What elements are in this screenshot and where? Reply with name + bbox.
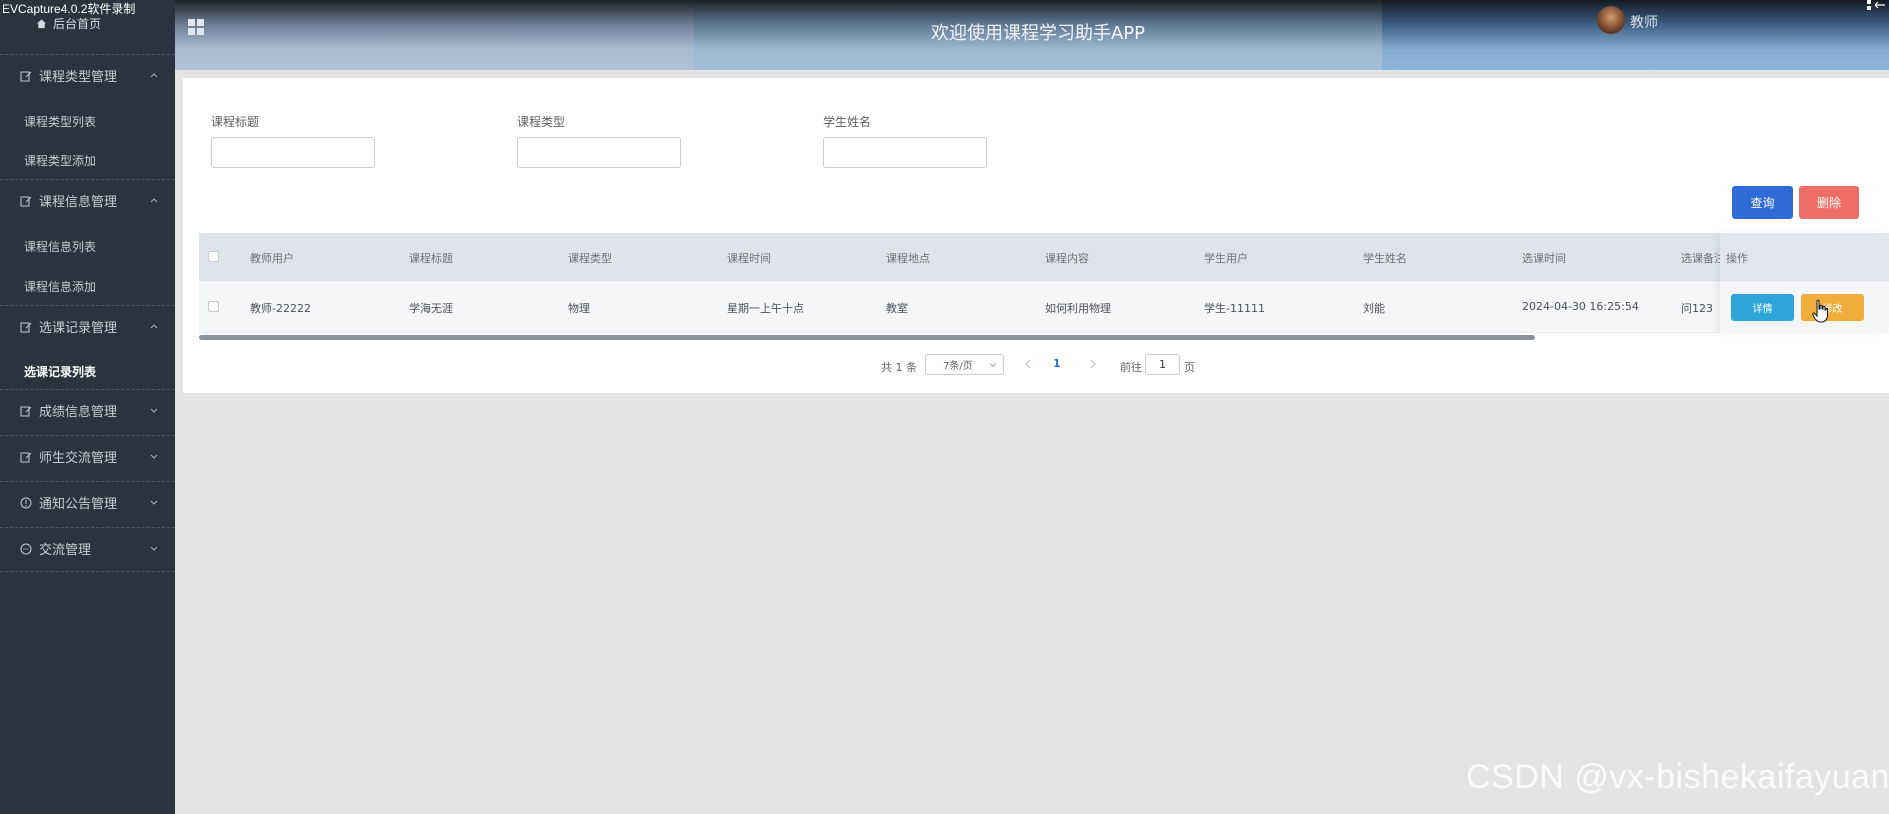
chevron-down-icon	[989, 363, 997, 368]
chevron-up-icon	[150, 324, 158, 329]
page-number-current[interactable]: 1	[1053, 357, 1061, 370]
table-row: 教师-22222 学海无涯 物理 星期一上午十点 教室 如何利用物理 学生-11…	[199, 281, 1889, 333]
column-header: 课程时间	[727, 252, 771, 265]
page-size-value: 7条/页	[943, 361, 973, 372]
table-cell: 如何利用物理	[1045, 302, 1111, 315]
table-cell: 刘能	[1363, 302, 1385, 315]
sidebar-group-notice[interactable]: 通知公告管理	[0, 481, 175, 523]
operations-cell: 详情 修改	[1720, 281, 1889, 333]
sidebar-group-label: 通知公告管理	[39, 497, 118, 512]
table-cell: 教室	[886, 302, 908, 315]
course-title-input[interactable]	[211, 137, 375, 168]
student-name-input[interactable]	[823, 137, 987, 168]
content-panel: 课程标题 课程类型 学生姓名 查询 删除 教师用户 课程标题 课程类型 课程时间…	[183, 78, 1889, 393]
goto-suffix: 页	[1184, 361, 1195, 374]
hand-cursor-icon	[1812, 299, 1828, 323]
horizontal-scrollbar[interactable]	[199, 335, 1535, 340]
sidebar-group-label: 师生交流管理	[39, 451, 118, 466]
table-cell: 问123	[1681, 302, 1713, 315]
user-name[interactable]: 教师	[1630, 12, 1658, 32]
operations-column: 操作 详情 修改	[1720, 233, 1889, 333]
table-cell: 学海无涯	[409, 302, 453, 315]
next-page-icon[interactable]	[1089, 359, 1097, 369]
column-header: 操作	[1726, 252, 1748, 265]
chevron-down-icon	[150, 454, 158, 459]
sidebar: EVCapture4.0.2软件录制 后台首页 课程类型管理 课程类型列表 课程…	[0, 0, 175, 814]
query-button[interactable]: 查询	[1732, 186, 1793, 219]
sidebar-group-course-type[interactable]: 课程类型管理	[0, 54, 175, 96]
chevron-down-icon	[150, 546, 158, 551]
sidebar-item-course-info-list[interactable]: 课程信息列表	[24, 238, 96, 255]
goto-page-input[interactable]: 1	[1145, 354, 1180, 375]
chevron-down-icon	[150, 408, 158, 413]
select-all-checkbox[interactable]	[208, 251, 219, 262]
sidebar-item-home-label: 后台首页	[53, 17, 102, 31]
watermark: CSDN @vx-bishekaifayuan	[1466, 758, 1889, 796]
table-cell: 教师-22222	[250, 302, 311, 315]
sidebar-group-grades[interactable]: 成绩信息管理	[0, 389, 175, 431]
sidebar-group-label: 课程类型管理	[39, 70, 118, 85]
column-header: 选课时间	[1522, 252, 1566, 265]
edit-icon	[20, 321, 32, 333]
sidebar-item-course-type-list[interactable]: 课程类型列表	[24, 113, 96, 130]
filter-label-student-name: 学生姓名	[823, 115, 872, 129]
column-header: 课程标题	[409, 252, 453, 265]
column-header: 课程内容	[1045, 252, 1089, 265]
table-cell: 物理	[568, 302, 590, 315]
table-cell: 学生-11111	[1204, 302, 1265, 315]
sidebar-group-label: 选课记录管理	[39, 321, 118, 336]
sidebar-group-course-selection[interactable]: 选课记录管理	[0, 305, 175, 347]
sidebar-group-teacher-student[interactable]: 师生交流管理	[0, 435, 175, 477]
sidebar-group-label: 成绩信息管理	[39, 405, 118, 420]
column-header: 教师用户	[250, 252, 294, 265]
chevron-up-icon	[150, 198, 158, 203]
sidebar-group-course-info[interactable]: 课程信息管理	[0, 179, 175, 221]
sidebar-item-course-selection-list[interactable]: 选课记录列表	[24, 363, 96, 380]
goto-prefix: 前往	[1120, 361, 1142, 374]
header-right-band	[1382, 0, 1889, 70]
chevron-down-icon	[150, 500, 158, 505]
row-checkbox[interactable]	[208, 301, 219, 312]
operations-header: 操作	[1720, 233, 1889, 281]
app-title: 欢迎使用课程学习助手APP	[930, 23, 1146, 44]
edit-icon	[20, 195, 32, 207]
chevron-up-icon	[150, 73, 158, 78]
page-size-select[interactable]: 7条/页	[925, 354, 1004, 375]
detail-button[interactable]: 详情	[1731, 294, 1794, 321]
edit-icon	[20, 405, 32, 417]
course-type-input[interactable]	[517, 137, 681, 168]
column-header: 学生姓名	[1363, 252, 1407, 265]
table-cell: 2024-04-30 16:25:54	[1522, 300, 1639, 313]
sidebar-item-course-type-add[interactable]: 课程类型添加	[24, 152, 96, 169]
sidebar-group-label: 课程信息管理	[39, 195, 118, 210]
edit-icon	[20, 70, 32, 82]
filter-label-course-title: 课程标题	[211, 115, 260, 129]
sidebar-item-home[interactable]: 后台首页	[36, 15, 101, 32]
home-icon	[36, 19, 47, 29]
sidebar-divider	[0, 571, 175, 572]
prev-page-icon[interactable]	[1024, 359, 1032, 369]
table-header: 教师用户 课程标题 课程类型 课程时间 课程地点 课程内容 学生用户 学生姓名 …	[199, 233, 1889, 281]
column-header: 学生用户	[1204, 252, 1248, 265]
chat-icon	[20, 543, 32, 555]
sidebar-item-course-info-add[interactable]: 课程信息添加	[24, 278, 96, 295]
menu-grid-icon[interactable]	[187, 18, 205, 36]
column-header: 课程地点	[886, 252, 930, 265]
fullscreen-icon[interactable]	[1865, 0, 1887, 10]
edit-icon	[20, 451, 32, 463]
sidebar-group-exchange[interactable]: 交流管理	[0, 527, 175, 569]
info-icon	[20, 497, 32, 509]
sidebar-group-label: 交流管理	[39, 543, 92, 558]
filter-label-course-type: 课程类型	[517, 115, 566, 129]
edit-button[interactable]: 修改	[1801, 294, 1864, 321]
table-cell: 星期一上午十点	[727, 302, 804, 315]
pagination-total: 共 1 条	[881, 361, 917, 374]
column-header: 选课备注	[1681, 252, 1725, 265]
avatar[interactable]	[1597, 6, 1625, 34]
top-header: 欢迎使用课程学习助手APP 教师	[175, 0, 1889, 70]
column-header: 课程类型	[568, 252, 612, 265]
delete-button[interactable]: 删除	[1799, 186, 1859, 219]
